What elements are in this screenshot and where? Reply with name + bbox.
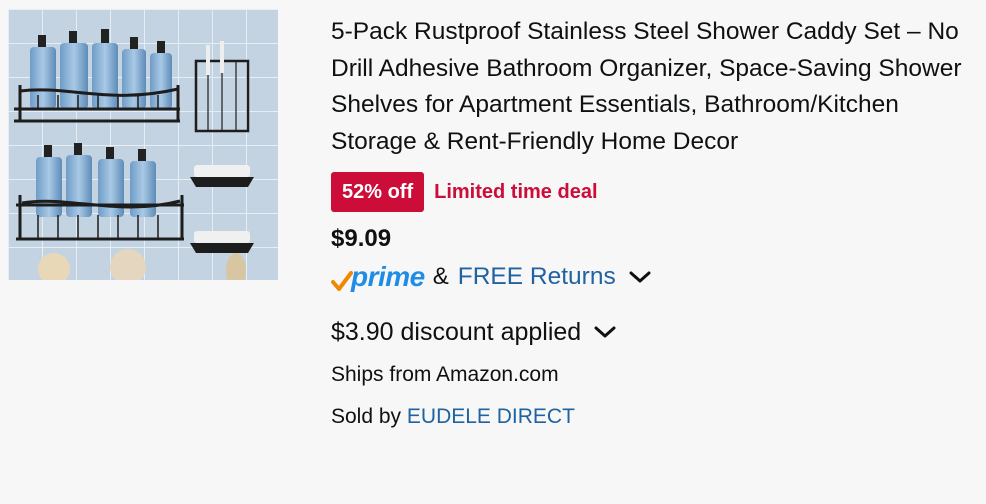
product-image[interactable] <box>8 9 278 280</box>
prime-label: prime <box>351 261 425 292</box>
chevron-down-icon[interactable] <box>628 269 652 285</box>
sold-by: Sold by EUDELE DIRECT <box>331 402 981 432</box>
ampersand: & <box>432 263 449 290</box>
shower-caddy-image <box>8 9 278 280</box>
sold-by-prefix: Sold by <box>331 405 407 428</box>
free-returns-link[interactable]: FREE Returns <box>458 263 616 291</box>
limited-time-deal-label: Limited time deal <box>434 180 598 203</box>
prime-logo: prime <box>331 261 425 293</box>
delivery-row: prime & FREE Returns <box>331 257 981 297</box>
price: $9.09 <box>331 225 392 252</box>
discount-row[interactable]: $3.90 discount applied <box>331 314 981 350</box>
prime-check-icon <box>331 271 353 291</box>
product-title[interactable]: 5-Pack Rustproof Stainless Steel Shower … <box>331 14 981 160</box>
seller-link[interactable]: EUDELE DIRECT <box>407 405 575 428</box>
product-info: 5-Pack Rustproof Stainless Steel Shower … <box>331 14 981 432</box>
chevron-down-icon[interactable] <box>593 324 617 340</box>
discount-badge: 52% off <box>331 172 425 212</box>
ships-from: Ships from Amazon.com <box>331 363 559 386</box>
discount-applied-text[interactable]: $3.90 discount applied <box>331 318 581 347</box>
deal-row: 52% off Limited time deal <box>331 172 981 212</box>
